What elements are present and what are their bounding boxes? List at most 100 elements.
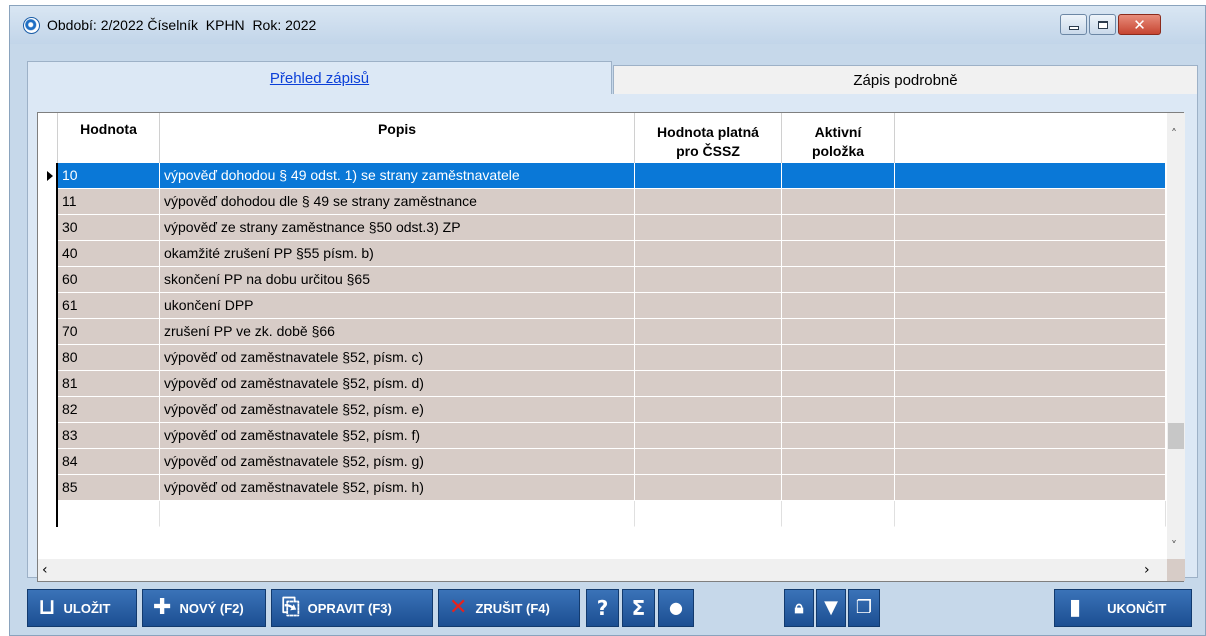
cell-empty[interactable] [895, 423, 1166, 449]
cell-aktivni-polozka[interactable] [782, 189, 895, 215]
table-row[interactable]: 30 výpověď ze strany zaměstnance §50 odst… [38, 215, 1166, 241]
cell-hodnota[interactable]: 82 [58, 397, 160, 423]
cell-popis[interactable]: okamžité zrušení PP §55 písm. b) [160, 241, 635, 267]
cell-aktivni-polozka[interactable] [782, 449, 895, 475]
maximize-button[interactable] [1089, 14, 1116, 35]
scroll-right-icon[interactable]: › [1144, 562, 1150, 578]
row-indicator[interactable] [38, 189, 58, 215]
cell-popis[interactable]: skončení PP na dobu určitou §65 [160, 267, 635, 293]
exit-button[interactable]: ▮ UKONČIT [1054, 589, 1192, 627]
cell-aktivni-polozka[interactable] [782, 423, 895, 449]
header-popis[interactable]: Popis [160, 113, 635, 163]
tab-zapis-podrobne[interactable]: Zápis podrobně [613, 65, 1198, 95]
cell-aktivni-polozka[interactable] [782, 241, 895, 267]
cell-empty[interactable] [895, 371, 1166, 397]
cell-empty[interactable] [895, 501, 1166, 527]
cell-hodnota-cssz[interactable] [635, 319, 782, 345]
scroll-up-icon[interactable]: ˄ [1171, 127, 1177, 141]
cell-popis[interactable]: výpověď od zaměstnavatele §52, písm. d) [160, 371, 635, 397]
row-indicator[interactable] [38, 475, 58, 501]
cell-hodnota[interactable]: 83 [58, 423, 160, 449]
cell-hodnota-cssz[interactable] [635, 293, 782, 319]
vertical-scrollbar[interactable]: ˄ ˅ [1167, 113, 1185, 559]
cell-popis[interactable]: výpověď od zaměstnavatele §52, písm. f) [160, 423, 635, 449]
cell-empty[interactable] [895, 215, 1166, 241]
table-row[interactable]: 81 výpověď od zaměstnavatele §52, písm. d… [38, 371, 1166, 397]
cell-aktivni-polozka[interactable] [782, 319, 895, 345]
cell-hodnota-cssz[interactable] [635, 501, 782, 527]
cell-popis[interactable] [160, 501, 635, 527]
row-indicator[interactable] [38, 163, 58, 189]
new-button[interactable]: ✚ NOVÝ (F2) [142, 589, 266, 627]
cell-empty[interactable] [895, 241, 1166, 267]
horizontal-scrollbar[interactable]: ‹ › [38, 559, 1167, 581]
cell-hodnota[interactable]: 30 [58, 215, 160, 241]
cell-hodnota[interactable]: 61 [58, 293, 160, 319]
cell-hodnota-cssz[interactable] [635, 267, 782, 293]
cell-empty[interactable] [895, 449, 1166, 475]
cell-popis[interactable]: výpověď ze strany zaměstnance §50 odst.3… [160, 215, 635, 241]
cell-hodnota[interactable]: 70 [58, 319, 160, 345]
cell-popis[interactable]: výpověď od zaměstnavatele §52, písm. e) [160, 397, 635, 423]
row-indicator[interactable] [38, 215, 58, 241]
table-row[interactable]: 40 okamžité zrušení PP §55 písm. b) [38, 241, 1166, 267]
cancel-button[interactable]: ✕ ZRUŠIT (F4) [438, 589, 580, 627]
cell-aktivni-polozka[interactable] [782, 345, 895, 371]
cell-aktivni-polozka[interactable] [782, 371, 895, 397]
table-row[interactable]: 85 výpověď od zaměstnavatele §52, písm. h… [38, 475, 1166, 501]
row-indicator[interactable] [38, 397, 58, 423]
row-indicator[interactable] [38, 371, 58, 397]
cell-hodnota[interactable]: 11 [58, 189, 160, 215]
cell-empty[interactable] [895, 163, 1166, 189]
scroll-down-icon[interactable]: ˅ [1171, 539, 1177, 553]
help-button[interactable]: ? [586, 589, 619, 627]
cell-hodnota[interactable]: 85 [58, 475, 160, 501]
row-indicator[interactable] [38, 423, 58, 449]
cell-hodnota[interactable]: 10 [58, 163, 160, 189]
table-row[interactable]: 10 výpověď dohodou § 49 odst. 1) se stran… [38, 163, 1166, 189]
tab-prehled-zapisu[interactable]: Přehled zápisů [27, 61, 612, 95]
cell-hodnota[interactable]: 84 [58, 449, 160, 475]
row-indicator[interactable] [38, 449, 58, 475]
cell-aktivni-polozka[interactable] [782, 267, 895, 293]
cell-hodnota-cssz[interactable] [635, 215, 782, 241]
cell-empty[interactable] [895, 397, 1166, 423]
cell-hodnota[interactable]: 81 [58, 371, 160, 397]
cell-popis[interactable]: výpověď od zaměstnavatele §52, písm. g) [160, 449, 635, 475]
cell-hodnota-cssz[interactable] [635, 423, 782, 449]
cell-aktivni-polozka[interactable] [782, 163, 895, 189]
cell-aktivni-polozka[interactable] [782, 215, 895, 241]
cell-hodnota-cssz[interactable] [635, 449, 782, 475]
cell-aktivni-polozka[interactable] [782, 397, 895, 423]
table-row[interactable]: 11 výpověď dohodou dle § 49 se strany zam… [38, 189, 1166, 215]
cell-hodnota-cssz[interactable] [635, 189, 782, 215]
row-indicator[interactable] [38, 241, 58, 267]
filter-button[interactable]: ▼ [816, 589, 846, 627]
cell-empty[interactable] [895, 319, 1166, 345]
cell-empty[interactable] [895, 189, 1166, 215]
cell-popis[interactable]: výpověď dohodou § 49 odst. 1) se strany … [160, 163, 635, 189]
table-row[interactable]: 61 ukončení DPP [38, 293, 1166, 319]
header-hodnota-cssz[interactable]: Hodnota platná pro ČSSZ [635, 113, 782, 163]
edit-button[interactable]: ⎘ OPRAVIT (F3) [271, 589, 433, 627]
copy-button[interactable]: ❐ [848, 589, 880, 627]
new-row[interactable] [38, 501, 1166, 527]
cell-popis[interactable]: výpověď dohodou dle § 49 se strany zaměs… [160, 189, 635, 215]
table-row[interactable]: 70 zrušení PP ve zk. době §66 [38, 319, 1166, 345]
cell-popis[interactable]: výpověď od zaměstnavatele §52, písm. h) [160, 475, 635, 501]
header-aktivni-polozka[interactable]: Aktivní položka [782, 113, 895, 163]
cell-popis[interactable]: zrušení PP ve zk. době §66 [160, 319, 635, 345]
cell-empty[interactable] [895, 475, 1166, 501]
row-indicator[interactable] [38, 501, 58, 527]
cell-hodnota-cssz[interactable] [635, 475, 782, 501]
cell-hodnota-cssz[interactable] [635, 241, 782, 267]
minimize-button[interactable] [1060, 14, 1087, 35]
save-button[interactable]: ⊔ ULOŽIT [27, 589, 137, 627]
cell-hodnota-cssz[interactable] [635, 397, 782, 423]
row-indicator[interactable] [38, 319, 58, 345]
cell-hodnota[interactable]: 40 [58, 241, 160, 267]
cell-hodnota-cssz[interactable] [635, 163, 782, 189]
row-indicator[interactable] [38, 293, 58, 319]
cell-aktivni-polozka[interactable] [782, 475, 895, 501]
lock-button[interactable]: 🔒︎ [784, 589, 814, 627]
